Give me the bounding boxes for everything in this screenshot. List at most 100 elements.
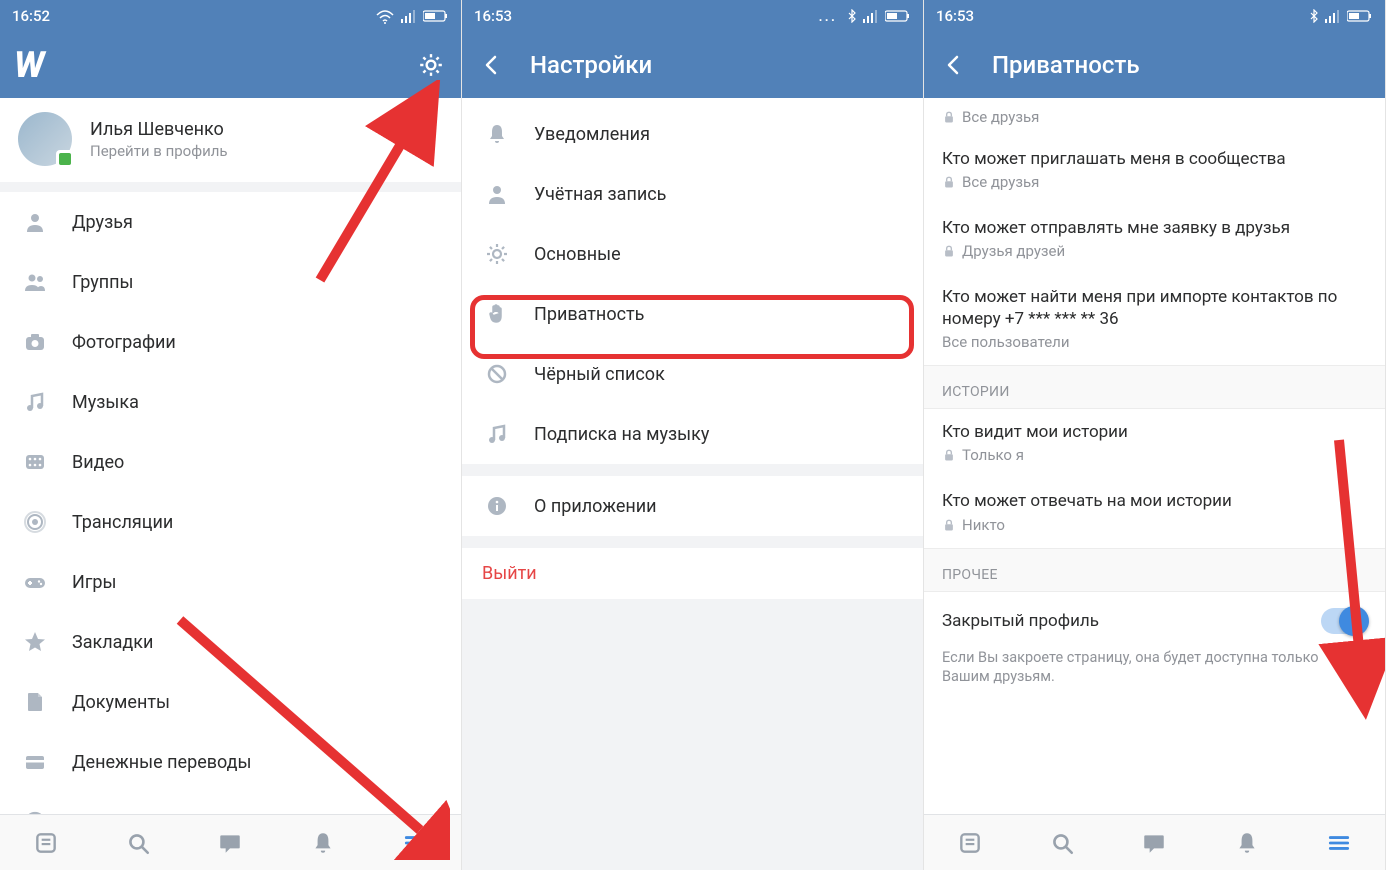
menu-item-groups[interactable]: Группы [0,252,461,312]
bell-icon [482,119,512,149]
status-time: 16:53 [936,7,974,25]
profile-row[interactable]: Илья Шевченко Перейти в профиль [0,98,461,192]
screen-privacy: 16:53 Приватность Все друзья Кто может п… [924,0,1386,870]
nav-menu[interactable] [1321,825,1357,861]
privacy-row[interactable]: Все друзья [924,98,1385,136]
privacy-question: Кто может найти меня при импорте контакт… [942,286,1367,330]
settings-item-general[interactable]: Основные [462,224,923,284]
settings-item-notifications[interactable]: Уведомления [462,104,923,164]
menu-label: Подписка на музыку [534,424,709,445]
video-icon [20,447,50,477]
avatar [18,112,72,166]
info-icon [482,491,512,521]
dots-icon: ... [818,7,837,25]
nav-messages[interactable] [212,825,248,861]
nav-search[interactable] [120,825,156,861]
music-icon [482,419,512,449]
privacy-row[interactable]: Кто может отправлять мне заявку в друзья… [924,205,1385,274]
privacy-list: Все друзья Кто может приглашать меня в с… [924,98,1385,814]
profile-subtitle: Перейти в профиль [90,142,228,160]
nav-feed[interactable] [28,825,64,861]
profile-name: Илья Шевченко [90,119,228,140]
menu-item-help[interactable]: Помощь [0,792,461,814]
settings-item-about[interactable]: О приложении [462,476,923,536]
bluetooth-icon [1305,9,1319,23]
back-button[interactable] [938,49,970,81]
logout-button[interactable]: Выйти [462,548,923,599]
nav-menu[interactable] [397,825,433,861]
privacy-row[interactable]: Кто может приглашать меня в сообщества В… [924,136,1385,205]
privacy-value: Только я [962,446,1024,464]
settings-item-music-sub[interactable]: Подписка на музыку [462,404,923,464]
menu-item-friends[interactable]: Друзья [0,192,461,252]
gamepad-icon [20,567,50,597]
nav-search[interactable] [1044,825,1080,861]
privacy-value: Все друзья [962,173,1039,191]
broadcast-icon [20,507,50,537]
menu-item-photos[interactable]: Фотографии [0,312,461,372]
menu-label: Приватность [534,304,644,325]
menu-label: Группы [72,272,134,293]
menu-item-live[interactable]: Трансляции [0,492,461,552]
menu-label: Учётная запись [534,184,666,205]
vk-logo-icon: W [14,44,42,86]
battery-icon [1347,8,1373,24]
privacy-value: Все друзья [962,108,1039,126]
section-header-other: ПРОЧЕЕ [924,548,1385,592]
privacy-row[interactable]: Кто может найти меня при импорте контакт… [924,274,1385,365]
camera-icon [20,327,50,357]
gear-icon [482,239,512,269]
menu-item-music[interactable]: Музыка [0,372,461,432]
toggle-label: Закрытый профиль [942,611,1099,631]
help-icon [20,807,50,814]
settings-item-privacy[interactable]: Приватность [462,284,923,344]
user-icon [20,207,50,237]
menu-item-money[interactable]: Денежные переводы [0,732,461,792]
nav-messages[interactable] [1136,825,1172,861]
menu-label: Музыка [72,392,139,413]
wifi-icon [375,7,395,25]
separator [462,464,923,476]
separator [462,536,923,548]
settings-item-blacklist[interactable]: Чёрный список [462,344,923,404]
settings-item-account[interactable]: Учётная запись [462,164,923,224]
back-button[interactable] [476,49,508,81]
menu-label: Фотографии [72,332,176,353]
menu-item-video[interactable]: Видео [0,432,461,492]
menu-label: Игры [72,572,116,593]
nav-feed[interactable] [952,825,988,861]
private-profile-toggle[interactable] [1321,608,1367,634]
menu-label: Документы [72,692,170,713]
document-icon [20,687,50,717]
privacy-value: Никто [962,516,1005,534]
lock-icon [942,109,956,125]
toggle-knob-icon [1339,606,1369,636]
status-bar: 16:53 ... [462,0,923,32]
menu-label: Основные [534,244,621,265]
status-time: 16:52 [12,7,50,25]
menu-item-games[interactable]: Игры [0,552,461,612]
app-header: W [0,32,461,98]
users-icon [20,267,50,297]
menu-label: О приложении [534,496,657,517]
menu-item-docs[interactable]: Документы [0,672,461,732]
menu-label: Закладки [72,632,153,653]
separator [462,599,923,870]
status-bar: 16:53 [924,0,1385,32]
menu-item-bookmarks[interactable]: Закладки [0,612,461,672]
online-badge-icon [56,150,74,168]
bottom-nav [924,814,1385,870]
privacy-row[interactable]: Кто видит мои истории Только я [924,409,1385,478]
settings-button[interactable] [415,49,447,81]
menu-label: Трансляции [72,512,173,533]
menu-label: Видео [72,452,124,473]
nav-notifications[interactable] [1229,825,1265,861]
menu-label: Денежные переводы [72,752,252,773]
screen-settings: 16:53 ... Настройки Уведомления Учётная … [462,0,924,870]
nav-notifications[interactable] [305,825,341,861]
status-time: 16:53 [474,7,512,25]
battery-icon [885,8,911,24]
battery-icon [423,8,449,24]
privacy-row[interactable]: Кто может отвечать на мои истории Никто [924,478,1385,547]
star-icon [20,627,50,657]
